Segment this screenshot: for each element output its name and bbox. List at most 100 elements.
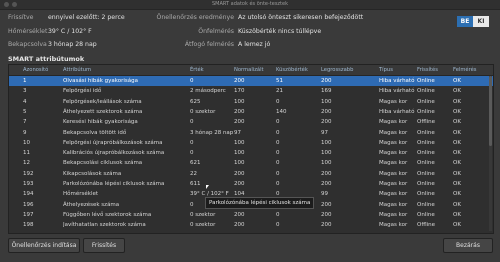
- selftest-result-row: Önellenőrzés eredménye Az utolsó önteszt…: [156, 12, 450, 23]
- cell-normalized: 200: [234, 78, 245, 84]
- cell-assessment: OK: [453, 201, 461, 208]
- temperature-value: 39° C / 102° F: [48, 28, 92, 35]
- cell-id: 3: [23, 88, 27, 95]
- col-threshold[interactable]: Küszöbérték: [276, 65, 308, 75]
- table-scrollbar[interactable]: [489, 76, 492, 231]
- cell-type: Hiba várható: [379, 88, 415, 95]
- cell-id: 9: [23, 129, 27, 136]
- cell-type: Magas kor: [379, 211, 408, 218]
- cell-worst: 200: [321, 170, 332, 177]
- table-row[interactable]: 10 Felpörgési újrapróbálkozások száma 0 100…: [9, 138, 493, 148]
- self-assessment-value: Küszöbérték nincs túllépve: [238, 28, 322, 35]
- cell-attribute: Áthelyezett szektorok száma: [63, 108, 143, 115]
- cell-assessment: OK: [453, 119, 461, 126]
- cell-type: Magas kor: [379, 129, 408, 136]
- cell-type: Magas kor: [379, 170, 408, 177]
- cell-update: Online: [417, 78, 435, 84]
- cell-value: 625: [190, 98, 201, 105]
- refresh-button[interactable]: Frissítés: [83, 238, 125, 253]
- table-row[interactable]: 192 Kikapcsolások száma 22 200 0 200 Magas kor…: [9, 169, 493, 179]
- table-row[interactable]: 198 Javíthatatlan szektorok száma 0 szekto…: [9, 220, 493, 230]
- cell-type: Magas kor: [379, 181, 408, 187]
- overall-assessment-value: A lemez jó: [238, 41, 271, 48]
- start-selftest-button[interactable]: Önellenőrzés indítása: [8, 238, 80, 253]
- cell-attribute: Keresési hibák gyakorisága: [63, 119, 138, 126]
- cell-threshold: 0: [276, 222, 280, 229]
- cell-value: 0: [190, 78, 194, 84]
- cell-assessment: OK: [453, 139, 461, 146]
- table-row[interactable]: 12 Bekapcsolási ciklusok száma 621 100 0 100 M…: [9, 158, 493, 168]
- cell-type: Hiba várható: [379, 108, 415, 115]
- cell-assessment: OK: [453, 211, 461, 218]
- table-row[interactable]: 11 Kalibrációs újrapróbálkozások száma 0 10…: [9, 148, 493, 158]
- col-normalized[interactable]: Normalizált: [234, 65, 264, 75]
- cell-assessment: OK: [453, 78, 461, 84]
- cell-normalized: 200: [234, 222, 245, 229]
- cell-threshold: 0: [276, 150, 280, 157]
- toggle-off[interactable]: KI: [473, 16, 489, 27]
- cell-assessment: OK: [453, 170, 461, 177]
- cell-type: Magas kor: [379, 119, 408, 126]
- toggle-on[interactable]: BE: [457, 16, 473, 27]
- col-assessment[interactable]: Felmérés: [453, 65, 477, 75]
- table-row[interactable]: 7 Keresési hibák gyakorisága 0 200 0 200 Magas…: [9, 117, 493, 127]
- cell-attribute: Bekapcsolva töltött idő: [63, 129, 127, 136]
- cell-assessment: OK: [453, 191, 461, 198]
- selftest-result-value: Az utolsó önteszt sikeresen befejeződött: [238, 14, 364, 21]
- table-row[interactable]: 5 Áthelyezett szektorok száma 0 szektor 200…: [9, 107, 493, 117]
- table-row[interactable]: 3 Felpörgési idő 2 másodperc 170 21 169 Hiba v…: [9, 86, 493, 96]
- cell-assessment: OK: [453, 222, 461, 229]
- cell-worst: 100: [321, 98, 332, 105]
- cell-id: 4: [23, 98, 27, 105]
- col-attribute[interactable]: Attribútum: [63, 65, 91, 75]
- cell-worst: 100: [321, 150, 332, 157]
- cell-normalized: 100: [234, 160, 245, 167]
- cell-normalized: 100: [234, 98, 245, 105]
- col-worst[interactable]: Legrosszabb: [321, 65, 353, 75]
- col-id[interactable]: Azonosító: [23, 65, 48, 75]
- cell-type: Magas kor: [379, 160, 408, 167]
- cell-worst: 200: [321, 201, 332, 208]
- cell-normalized: 200: [234, 181, 245, 187]
- cell-normalized: 200: [234, 211, 245, 218]
- table-row[interactable]: 9 Bekapcsolva töltött idő 3 hónap 28 nap 97…: [9, 128, 493, 138]
- cell-value: 0 szektor: [190, 222, 216, 229]
- table-row[interactable]: 4 Felpörgések/leállások száma 625 100 0 100 Ma…: [9, 97, 493, 107]
- overall-assessment-label: Átfogó felmérés: [184, 41, 234, 48]
- cell-threshold: 0: [276, 119, 280, 126]
- cell-type: Magas kor: [379, 191, 408, 198]
- cell-type: Magas kor: [379, 150, 408, 157]
- cell-value: 0 szektor: [190, 108, 216, 115]
- cell-assessment: OK: [453, 129, 461, 136]
- cell-normalized: 97: [234, 129, 241, 136]
- cell-attribute: Függőben lévő szektorok száma: [63, 211, 152, 218]
- col-type[interactable]: Típus: [379, 65, 393, 75]
- col-value[interactable]: Érték: [190, 65, 204, 75]
- cell-attribute: Javíthatatlan szektorok száma: [63, 222, 146, 229]
- cell-id: 10: [23, 139, 30, 146]
- scrollbar-thumb[interactable]: [489, 76, 492, 146]
- cell-id: 11: [23, 150, 30, 157]
- cell-update: Online: [417, 139, 435, 146]
- smart-toggle[interactable]: BE KI: [457, 16, 489, 27]
- cell-worst: 200: [321, 211, 332, 218]
- cell-type: Magas kor: [379, 139, 408, 146]
- self-assessment-row: Önfelmérés Küszöbérték nincs túllépve: [180, 26, 450, 37]
- mouse-cursor-icon: [206, 185, 209, 189]
- cell-attribute: Bekapcsolási ciklusok száma: [63, 160, 143, 167]
- temperature-row: Hőmérséklet 39° C / 102° F: [8, 26, 92, 37]
- cell-value: 0 szektor: [190, 211, 216, 218]
- power-on-row: Bekapcsolva 3 hónap 28 nap: [8, 39, 97, 50]
- cell-threshold: 140: [276, 108, 287, 115]
- col-update[interactable]: Frissítés: [417, 65, 438, 75]
- cell-threshold: 0: [276, 98, 280, 105]
- cell-type: Magas kor: [379, 222, 408, 229]
- cell-type: Magas kor: [379, 98, 408, 105]
- table-row[interactable]: 1 Olvasási hibák gyakorisága 0 200 51 200 Hiba…: [9, 76, 493, 86]
- freshness-label: Frissítve: [8, 14, 34, 21]
- table-row[interactable]: 197 Függőben lévő szektorok száma 0 szekto…: [9, 210, 493, 220]
- close-button[interactable]: Bezárás: [443, 238, 493, 253]
- table-row[interactable]: 193 Parkolózónába lépési ciklusok száma 61…: [9, 179, 493, 189]
- cell-update: Online: [417, 191, 435, 198]
- cell-worst: 100: [321, 160, 332, 167]
